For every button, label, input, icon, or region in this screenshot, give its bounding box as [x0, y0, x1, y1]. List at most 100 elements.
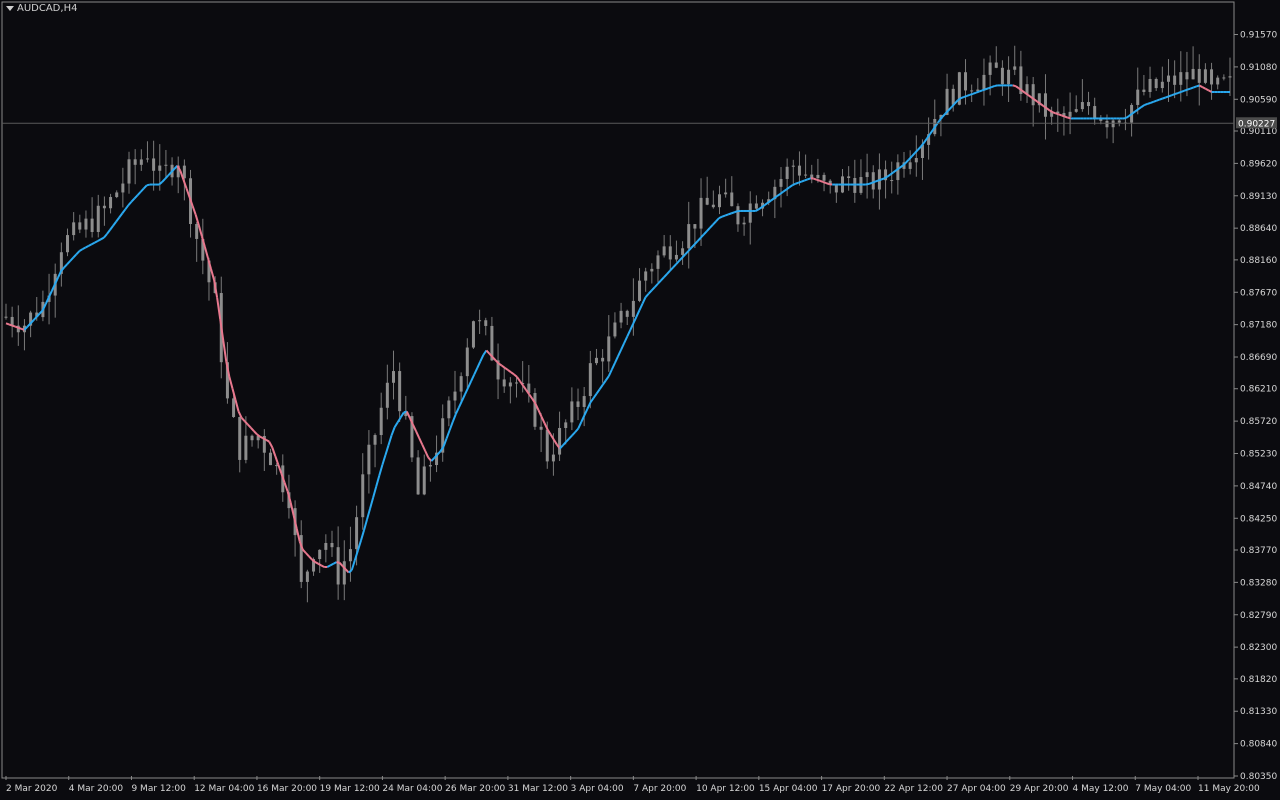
- candle-body: [373, 435, 377, 445]
- trend-segment: [197, 224, 203, 237]
- trend-segment: [696, 237, 702, 242]
- trend-segment: [880, 177, 885, 181]
- trend-segment: [448, 421, 454, 431]
- trend-segment: [473, 367, 479, 376]
- trend-segment: [360, 529, 365, 541]
- candle-body: [127, 159, 131, 184]
- trend-segment: [103, 233, 108, 239]
- trend-segment: [445, 429, 451, 439]
- trend-segment: [112, 221, 117, 227]
- time-tick-label: 7 May 04:00: [1135, 784, 1191, 794]
- trend-segment: [715, 217, 720, 223]
- trend-segment: [396, 416, 402, 423]
- trend-segment: [348, 569, 353, 574]
- trend-segment: [758, 206, 763, 211]
- trend-segment: [259, 435, 264, 440]
- price-tick-label: 0.88160: [1240, 256, 1277, 266]
- trend-segment: [271, 446, 277, 457]
- candle-body: [564, 422, 568, 428]
- trend-segment: [451, 413, 457, 423]
- trend-segment: [589, 397, 595, 403]
- trend-segment: [871, 180, 876, 184]
- trend-segment: [57, 270, 62, 279]
- trend-segment: [302, 549, 307, 554]
- time-tick-label: 19 Mar 12:00: [320, 784, 380, 794]
- price-tick-label: 0.83280: [1240, 578, 1277, 588]
- trend-segment: [816, 178, 821, 182]
- candle-body: [367, 444, 371, 475]
- symbol-label[interactable]: AUDCAD,H4: [6, 3, 77, 14]
- candle-body: [816, 174, 820, 179]
- trend-segment: [583, 408, 589, 416]
- time-tick-label: 4 Mar 20:00: [69, 784, 124, 794]
- price-tick-label: 0.87670: [1240, 288, 1277, 298]
- candle-body: [139, 159, 143, 165]
- trend-segment: [5, 322, 10, 326]
- candle-body: [970, 90, 974, 92]
- trend-segment: [1205, 87, 1210, 92]
- trend-segment: [363, 518, 369, 531]
- current-price-badge: 0.90227: [1236, 117, 1277, 129]
- candle-body: [1031, 84, 1035, 106]
- trend-segment: [210, 268, 216, 281]
- trend-segment: [568, 434, 573, 440]
- candle-body: [355, 517, 359, 550]
- trend-segment: [813, 177, 818, 181]
- candle-body: [650, 268, 654, 272]
- candle-body: [268, 452, 272, 466]
- trend-segment: [684, 250, 690, 255]
- trend-segment: [764, 201, 769, 206]
- price-tick-label: 0.82300: [1240, 643, 1277, 653]
- candle-body: [982, 74, 986, 90]
- candle-body: [158, 165, 162, 171]
- candle-body: [422, 466, 426, 495]
- trend-segment: [308, 555, 313, 561]
- trend-segment: [97, 238, 102, 242]
- trend-segment: [121, 208, 127, 215]
- candle-body: [662, 246, 666, 256]
- trend-segment: [614, 355, 619, 364]
- trend-segment: [100, 236, 105, 241]
- trend-segment: [898, 164, 904, 169]
- trend-segment: [574, 427, 579, 433]
- trend-segment: [663, 273, 668, 278]
- time-tick-label: 24 Mar 04:00: [382, 784, 442, 794]
- trend-segment: [804, 178, 809, 182]
- trend-segment: [709, 224, 714, 229]
- candle-body: [681, 248, 685, 255]
- trend-segment: [393, 421, 399, 428]
- trend-segment: [907, 155, 913, 161]
- trend-segment: [571, 431, 576, 437]
- time-tick-label: 22 Apr 12:00: [884, 784, 943, 794]
- trend-segment: [17, 326, 22, 330]
- trend-segment: [384, 444, 390, 456]
- candle-body: [232, 398, 236, 418]
- candle-body: [533, 393, 537, 427]
- trend-segment: [142, 184, 148, 190]
- symbol-text: AUDCAD,H4: [17, 3, 78, 14]
- trend-segment: [91, 241, 96, 246]
- candle-body: [515, 382, 519, 384]
- candle-body: [601, 357, 605, 362]
- trend-segment: [660, 276, 665, 282]
- candle-body: [834, 184, 838, 193]
- trend-segment: [819, 179, 824, 183]
- candle-body: [785, 166, 789, 179]
- trend-segment: [283, 481, 289, 492]
- trend-segment: [390, 426, 396, 436]
- trend-segment: [969, 92, 974, 96]
- candle-body: [133, 159, 137, 165]
- trend-segment: [730, 211, 735, 215]
- trend-segment: [1153, 99, 1157, 103]
- candle-body: [613, 322, 617, 337]
- trend-segment: [485, 349, 491, 355]
- candle-body: [90, 218, 94, 232]
- trend-segment: [1162, 96, 1167, 100]
- trend-segment: [228, 376, 234, 389]
- trend-segment: [981, 88, 986, 92]
- candle-body: [951, 88, 955, 105]
- dropdown-arrow-icon[interactable]: [6, 6, 14, 11]
- trend-segment: [886, 173, 891, 178]
- price-chart[interactable]: 0.915700.910800.905900.901100.896200.891…: [0, 0, 1280, 800]
- trend-segment: [338, 562, 344, 567]
